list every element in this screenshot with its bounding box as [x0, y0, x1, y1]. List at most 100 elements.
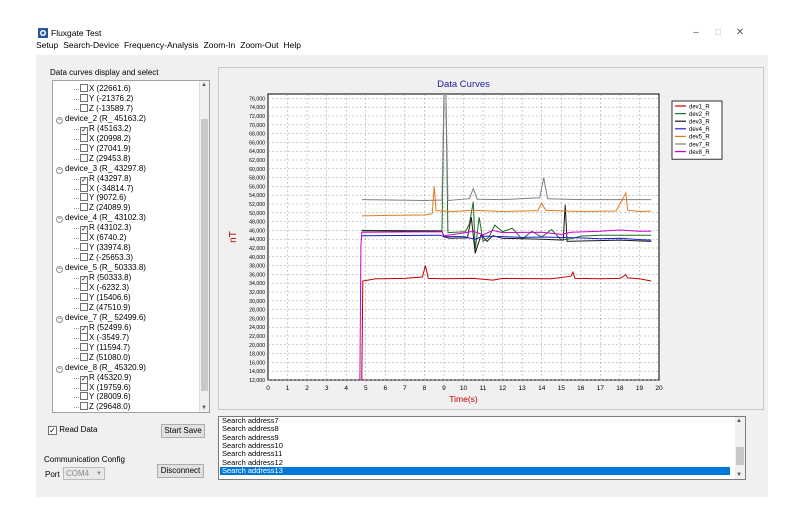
checkbox-icon[interactable]: [80, 382, 88, 391]
checkbox-icon[interactable]: [80, 153, 88, 162]
tree-curve-item[interactable]: Z (47510.9): [80, 302, 130, 313]
tree-connector: [74, 387, 79, 389]
tree-curve-item[interactable]: X (6740.2): [80, 233, 126, 243]
menu-search-device[interactable]: Search-Device: [63, 40, 119, 50]
tree-curve-item[interactable]: X (-6232.3): [80, 283, 129, 293]
curve-tree[interactable]: ▲ ▼ X (22661.6) Y (-21376.2) Z (-13589.7) −…: [52, 80, 210, 413]
tree-curve-item[interactable]: Y (33974.8): [80, 243, 131, 253]
tree-curve-item[interactable]: Z (29648.0): [80, 402, 130, 412]
collapse-icon[interactable]: −: [56, 116, 63, 124]
tree-curve-item[interactable]: ✓ R (45320.9): [80, 373, 131, 384]
tree-curve-item[interactable]: Y (9072.6): [80, 193, 126, 203]
tree-curve-item[interactable]: X (19759.6): [80, 382, 131, 393]
tree-device-node[interactable]: − device_5 (R_ 50333.8): [56, 263, 146, 274]
checkbox-icon[interactable]: [80, 392, 88, 401]
tree-device-node[interactable]: − device_4 (R_ 43102.3): [56, 213, 146, 224]
scroll-up-icon[interactable]: ▲: [201, 82, 207, 88]
log-item[interactable]: Search address13: [220, 466, 730, 475]
minimize-icon[interactable]: –: [688, 28, 704, 40]
y-tick-label: 74,000: [249, 105, 265, 111]
tree-curve-item[interactable]: Y (28009.6): [80, 392, 131, 402]
collapse-icon[interactable]: −: [56, 216, 63, 224]
read-data-checkbox[interactable]: ✓ Read Data: [48, 425, 97, 435]
x-tick-label: 18: [616, 385, 624, 392]
tree-scroll-thumb[interactable]: [201, 119, 208, 391]
checkbox-icon[interactable]: [80, 292, 88, 301]
tree-curve-item[interactable]: Z (-13589.7): [80, 103, 133, 114]
tree-curve-item[interactable]: Y (15406.6): [80, 292, 131, 303]
maximize-icon[interactable]: □: [710, 28, 726, 40]
checkbox-icon[interactable]: [80, 302, 88, 311]
tree-curve-item[interactable]: ✓ R (43102.3): [80, 223, 131, 235]
tree-curve-item[interactable]: X (20998.2): [80, 133, 131, 144]
tree-scrollbar[interactable]: ▲ ▼: [199, 81, 209, 412]
close-icon[interactable]: ✕: [732, 28, 748, 40]
checkbox-icon[interactable]: [80, 332, 88, 341]
tree-curve-item[interactable]: X (-3549.7): [80, 332, 129, 343]
collapse-icon[interactable]: −: [56, 266, 63, 274]
checkbox-icon[interactable]: [80, 103, 88, 112]
tree-connector: [74, 228, 79, 230]
checkbox-icon[interactable]: [80, 143, 88, 152]
tree-connector: [74, 297, 79, 299]
comm-group-label: Communication Config: [44, 455, 125, 464]
collapse-icon[interactable]: −: [56, 315, 63, 323]
checkbox-icon[interactable]: [80, 203, 88, 212]
checkbox-icon[interactable]: [80, 183, 88, 192]
menu-frequency-analysis[interactable]: Frequency-Analysis: [124, 40, 199, 50]
tree-curve-item[interactable]: ✓ R (52499.6): [80, 323, 131, 334]
port-select[interactable]: COM4 ▼: [63, 467, 105, 480]
tree-curve-item[interactable]: ✓ R (50333.8): [80, 273, 132, 285]
checkbox-icon[interactable]: [80, 84, 88, 92]
tree-curve-item[interactable]: X (22661.6): [80, 84, 131, 94]
collapse-icon[interactable]: −: [56, 166, 63, 174]
scroll-up-icon[interactable]: ▲: [736, 418, 742, 424]
tree-curve-item[interactable]: Z (51080.0): [80, 352, 131, 363]
tree-curve-item[interactable]: Y (-21376.2): [80, 93, 133, 104]
disconnect-button[interactable]: Disconnect: [157, 464, 204, 478]
scroll-down-icon[interactable]: ▼: [736, 472, 742, 478]
checkbox-icon[interactable]: [80, 93, 88, 102]
tree-device-label: device_7 (R_ 52499.6): [65, 312, 146, 322]
tree-curve-item[interactable]: Y (27041.9): [80, 143, 131, 154]
tree-curve-item[interactable]: Z (-25653.3): [80, 253, 133, 263]
tree-curve-item[interactable]: ✓ R (43297.8): [80, 174, 131, 185]
data-curves-chart[interactable]: 0 1 2 3 4 5 6 7 8 9 10 11 12 13 14 15 16 17 18 19 2012,00014…: [219, 68, 763, 409]
tree-connector: [74, 89, 79, 90]
tree-device-node[interactable]: − device_7 (R_ 52499.6): [56, 313, 146, 323]
tree-curve-label: R (50333.8): [89, 273, 132, 283]
log-list[interactable]: Search address7 Search address8 Search add…: [218, 416, 746, 480]
tree-device-node[interactable]: − device_8 (R_ 45320.9): [56, 363, 146, 373]
tree-curve-item[interactable]: Z (24089.9): [80, 203, 130, 213]
menu-setup[interactable]: Setup: [36, 40, 58, 50]
log-item[interactable]: Search address11: [222, 450, 282, 458]
tree-curve-item[interactable]: X (-34814.7): [80, 183, 133, 194]
tree-curve-label: Z (51080.0): [89, 352, 131, 362]
tree-device-node[interactable]: − device_3 (R_ 43297.8): [56, 164, 146, 174]
menu-zoom-out[interactable]: Zoom-Out: [240, 40, 278, 50]
checkbox-icon[interactable]: [80, 233, 88, 242]
checkbox-icon[interactable]: [80, 253, 88, 262]
checkbox-icon[interactable]: [80, 352, 88, 361]
log-scrollbar[interactable]: ▲ ▼: [735, 417, 745, 479]
menu-zoom-in[interactable]: Zoom-In: [204, 40, 236, 50]
menu-help[interactable]: Help: [284, 40, 301, 50]
chart-title: Data Curves: [437, 79, 490, 90]
scroll-down-icon[interactable]: ▼: [201, 405, 207, 411]
tree-device-node[interactable]: − device_2 (R_ 45163.2): [56, 114, 146, 124]
tree-curve-label: Z (-25653.3): [89, 253, 134, 263]
checkbox-icon[interactable]: [80, 243, 88, 252]
checkbox-icon[interactable]: [80, 193, 88, 202]
log-scroll-thumb[interactable]: [736, 447, 744, 465]
tree-curve-item[interactable]: ✓ R (45163.2): [80, 124, 131, 135]
tree-curve-item[interactable]: Z (29453.8): [80, 153, 131, 164]
checkbox-icon[interactable]: [80, 402, 88, 411]
x-tick-label: 19: [636, 385, 644, 392]
checkbox-icon[interactable]: [80, 342, 88, 351]
tree-curve-label: Z (29453.8): [89, 153, 131, 163]
tree-curve-item[interactable]: Y (11594.7): [80, 342, 130, 353]
checkbox-icon[interactable]: [80, 283, 88, 291]
collapse-icon[interactable]: −: [56, 365, 63, 373]
checkbox-icon[interactable]: [80, 133, 88, 142]
start-save-button[interactable]: Start Save: [161, 424, 205, 438]
